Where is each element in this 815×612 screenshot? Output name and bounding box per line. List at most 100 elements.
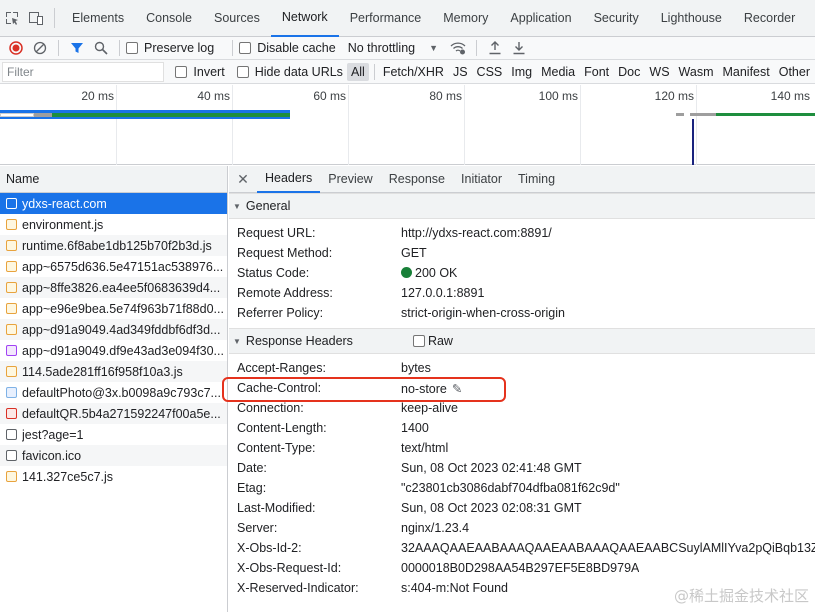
- general-section-header[interactable]: ▼ General: [229, 193, 815, 219]
- type-filter-all[interactable]: All: [346, 62, 369, 81]
- request-row[interactable]: environment.js: [0, 214, 227, 235]
- type-filter-manifest[interactable]: Manifest: [718, 63, 773, 81]
- close-icon[interactable]: ✕: [229, 171, 257, 188]
- header-value: text/html: [401, 441, 449, 455]
- response-headers-section-header[interactable]: ▼ Response Headers Raw: [229, 328, 815, 354]
- type-filter-font[interactable]: Font: [580, 63, 613, 81]
- tab-response[interactable]: Response: [381, 166, 453, 193]
- tab-preview[interactable]: Preview: [320, 166, 380, 193]
- request-row[interactable]: 114.5ade281ff16f958f10a3.js: [0, 361, 227, 382]
- tab-headers[interactable]: Headers: [257, 166, 321, 193]
- tab-console[interactable]: Console: [135, 0, 203, 37]
- import-har-icon[interactable]: [483, 37, 507, 59]
- header-row: Remote Address: 127.0.0.1:8891: [229, 283, 815, 303]
- request-row[interactable]: app~6575d636.5e47151ac538976...: [0, 256, 227, 277]
- header-row: Request Method: GET: [229, 243, 815, 263]
- device-toolbar-icon[interactable]: [24, 6, 48, 30]
- image-icon: [6, 387, 17, 398]
- search-icon[interactable]: [89, 37, 113, 59]
- tab-network[interactable]: Network: [270, 0, 339, 37]
- type-filter-other[interactable]: Other: [775, 63, 814, 81]
- request-name: ydxs-react.com: [22, 196, 107, 211]
- request-row[interactable]: favicon.ico: [0, 445, 227, 466]
- filter-icon[interactable]: [65, 37, 89, 59]
- header-key: X-Reserved-Indicator:: [237, 581, 359, 595]
- network-overview-timeline[interactable]: 20 ms 40 ms 60 ms 80 ms 100 ms 120 ms 14…: [0, 85, 815, 165]
- type-filter-css[interactable]: CSS: [473, 63, 507, 81]
- request-row[interactable]: 141.327ce5c7.js: [0, 466, 227, 487]
- clear-icon[interactable]: [28, 37, 52, 59]
- tab-memory[interactable]: Memory: [432, 0, 499, 37]
- filter-input[interactable]: [2, 61, 164, 82]
- triangle-down-icon: ▼: [233, 336, 241, 346]
- header-row: X-Obs-Request-Id: 0000018B0D298AA54B297EF…: [229, 558, 815, 578]
- record-button[interactable]: [4, 37, 28, 59]
- hide-data-urls-checkbox[interactable]: Hide data URLs: [236, 65, 343, 79]
- tab-recorder[interactable]: Recorder: [733, 0, 806, 37]
- header-key: Content-Length:: [237, 421, 327, 435]
- header-value: 200 OK: [401, 266, 457, 280]
- tick-label: 20 ms: [81, 89, 114, 103]
- tab-lighthouse[interactable]: Lighthouse: [650, 0, 733, 37]
- raw-checkbox[interactable]: Raw: [412, 334, 453, 348]
- tab-performance[interactable]: Performance: [339, 0, 433, 37]
- header-row: Accept-Ranges: bytes: [229, 358, 815, 378]
- type-filter-js[interactable]: JS: [449, 63, 472, 81]
- type-filter-ws[interactable]: WS: [645, 63, 673, 81]
- timeline-bar-download: [0, 117, 290, 119]
- header-key: Accept-Ranges:: [237, 361, 326, 375]
- tab-security[interactable]: Security: [583, 0, 650, 37]
- inspect-element-icon[interactable]: [0, 6, 24, 30]
- other-file-icon: [6, 429, 17, 440]
- request-row[interactable]: app~d91a9049.df9e43ad3e094f30...: [0, 340, 227, 361]
- tick-label: 140 ms: [770, 89, 810, 103]
- request-row[interactable]: ydxs-react.com: [0, 193, 227, 214]
- invert-checkbox[interactable]: Invert: [175, 64, 225, 79]
- type-filter-fetch-xhr[interactable]: Fetch/XHR: [379, 63, 448, 81]
- request-row[interactable]: runtime.6f8abe1db125b70f2b3d.js: [0, 235, 227, 256]
- tab-application[interactable]: Application: [499, 0, 582, 37]
- header-key: Server:: [237, 521, 278, 535]
- request-row[interactable]: app~d91a9049.4ad349fddbf6df3d...: [0, 319, 227, 340]
- checkbox-box[interactable]: [239, 42, 252, 54]
- type-filter-doc[interactable]: Doc: [614, 63, 644, 81]
- checkbox-box[interactable]: [175, 65, 188, 78]
- tick-label: 60 ms: [313, 89, 346, 103]
- status-code-text: 200 OK: [415, 266, 458, 280]
- request-row[interactable]: defaultPhoto@3x.b0098a9c793c7...: [0, 382, 227, 403]
- tab-initiator[interactable]: Initiator: [453, 166, 510, 193]
- tab-elements[interactable]: Elements: [61, 0, 135, 37]
- checkbox-box[interactable]: [236, 65, 249, 78]
- toolbar-divider: [119, 40, 120, 56]
- tab-sources[interactable]: Sources: [203, 0, 271, 37]
- checkbox-box[interactable]: [126, 42, 138, 54]
- tab-timing[interactable]: Timing: [510, 166, 563, 193]
- type-filter-wasm[interactable]: Wasm: [675, 63, 718, 81]
- invert-label: Invert: [193, 64, 225, 79]
- network-conditions-icon[interactable]: [446, 37, 470, 59]
- disable-cache-checkbox[interactable]: Disable cache: [239, 41, 336, 55]
- type-filter-media[interactable]: Media: [537, 63, 579, 81]
- preserve-log-label: Preserve log: [144, 41, 215, 55]
- column-header-name[interactable]: Name: [0, 166, 227, 193]
- request-row[interactable]: defaultQR.5b4a271592247f00a5e...: [0, 403, 227, 424]
- request-row[interactable]: app~e96e9bea.5e74f963b71f88d0...: [0, 298, 227, 319]
- script-icon: [6, 261, 17, 272]
- script-icon: [6, 282, 17, 293]
- details-tab-bar: ✕ Headers Preview Response Initiator Tim…: [229, 166, 815, 193]
- raw-label: Raw: [427, 334, 453, 348]
- tick-label: 80 ms: [429, 89, 462, 103]
- header-row: Status Code: 200 OK: [229, 263, 815, 283]
- throttling-select[interactable]: No throttling ▼: [348, 41, 438, 55]
- header-key: Last-Modified:: [237, 501, 316, 515]
- document-icon: [6, 198, 17, 209]
- export-har-icon[interactable]: [507, 37, 531, 59]
- header-value: GET: [401, 246, 427, 260]
- checkbox-box[interactable]: [412, 335, 425, 347]
- request-row[interactable]: jest?age=1: [0, 424, 227, 445]
- preserve-log-checkbox[interactable]: Preserve log: [126, 41, 214, 55]
- header-row: Request URL: http://ydxs-react.com:8891/: [229, 223, 815, 243]
- section-title: Response Headers: [245, 334, 353, 348]
- type-filter-img[interactable]: Img: [507, 63, 536, 81]
- request-row[interactable]: app~8ffe3826.ea4ee5f0683639d4...: [0, 277, 227, 298]
